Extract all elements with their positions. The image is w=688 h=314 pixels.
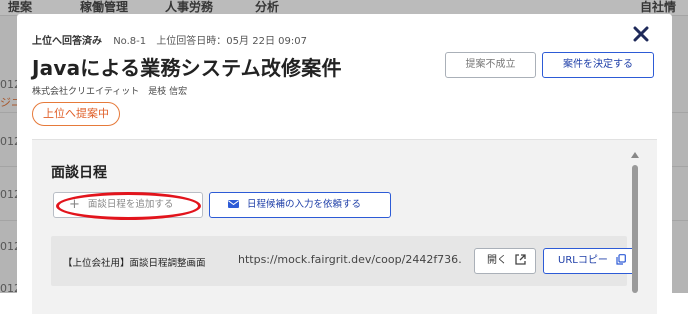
add-interview-label: 面談日程を追加する — [87, 199, 174, 210]
plus-icon: + — [69, 197, 80, 212]
request-schedule-label: 日程候補の入力を依頼する — [247, 199, 362, 210]
project-title: Javaによる業務システム改修案件 — [32, 56, 342, 80]
scroll-thumb[interactable] — [632, 165, 638, 293]
status-badge: 上位へ提案中 — [32, 102, 120, 126]
modal-scrollbar[interactable] — [630, 152, 640, 293]
open-url-button[interactable]: 開く — [474, 248, 536, 274]
request-schedule-input-button[interactable]: 日程候補の入力を依頼する — [209, 192, 391, 218]
proposal-failed-button[interactable]: 提案不成立 — [445, 52, 536, 78]
schedule-url: https://mock.fairgrit.dev/coop/2442f736… — [238, 253, 463, 266]
project-detail-modal: 上位へ回答済み No.8-1 上位回答日時：05月 22日 09:07 Java… — [17, 14, 672, 314]
open-url-label: 開く — [487, 255, 507, 266]
close-icon-glyph — [633, 26, 649, 42]
external-link-icon — [515, 254, 526, 265]
decide-project-button[interactable]: 案件を決定する — [542, 52, 654, 78]
copy-url-button[interactable]: URLコピー — [543, 248, 635, 274]
mail-icon — [228, 199, 239, 208]
add-interview-button[interactable]: + 面談日程を追加する — [53, 192, 203, 218]
project-meta-row: 上位へ回答済み No.8-1 上位回答日時：05月 22日 09:07 — [32, 32, 307, 47]
close-icon[interactable] — [630, 24, 652, 46]
modal-content: 面談日程 + 面談日程を追加する 日程候補の入力を依頼する 【上位会社用】面談日程… — [32, 140, 657, 314]
copy-icon — [616, 254, 626, 265]
answer-status: 上位へ回答済み — [32, 36, 102, 47]
schedule-url-row: 【上位会社用】面談日程調整画面 https://mock.fairgrit.de… — [51, 236, 635, 286]
scroll-up-arrow-icon[interactable] — [631, 152, 639, 158]
schedule-url-label: 【上位会社用】面談日程調整画面 — [63, 258, 206, 269]
company-and-contact: 株式会社クリエイティット 是枝 信宏 — [32, 87, 188, 97]
answered-datetime: 上位回答日時：05月 22日 09:07 — [156, 36, 307, 47]
interview-schedule-heading: 面談日程 — [51, 165, 107, 181]
project-number: No.8-1 — [113, 36, 147, 47]
copy-url-label: URLコピー — [558, 255, 608, 266]
